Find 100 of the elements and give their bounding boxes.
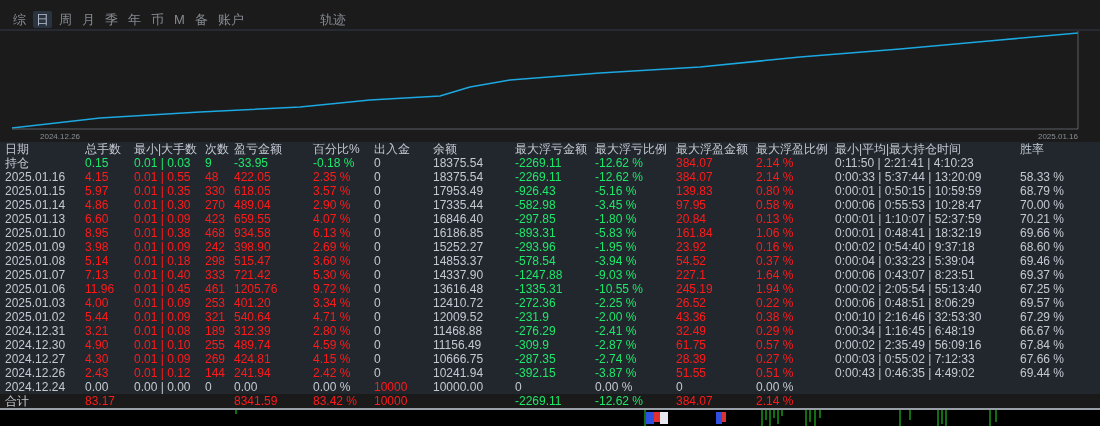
column-header[interactable]: 出入金 <box>374 142 433 156</box>
table-cell-text: 16186.85 <box>433 226 485 240</box>
table-cell-text: 0.01 | 0.30 <box>134 198 192 212</box>
table-cell-text: 0 <box>374 156 382 170</box>
table-cell-text: 2025.01.06 <box>5 282 67 296</box>
table-cell-text: -297.85 <box>515 212 557 226</box>
table-cell-text: 8.95 <box>85 226 110 240</box>
table-cell-text: 4.59 % <box>313 338 352 352</box>
table-cell-text: 14853.37 <box>433 254 485 268</box>
table-cell-text: 0 <box>374 268 382 282</box>
period-tab[interactable]: 币 <box>148 11 167 28</box>
table-cell-text: -2.25 % <box>595 296 638 310</box>
table-cell-text: 489.04 <box>234 198 272 212</box>
table-cell-text: 489.74 <box>234 338 272 352</box>
table-cell-text: 18375.54 <box>433 170 485 184</box>
table-cell-text: 0:00:34 | 1:16:45 | 6:48:19 <box>835 324 976 338</box>
axis-date-label: 2025.01.16 <box>1037 132 1078 141</box>
table-cell-text: 0.01 | 0.18 <box>134 254 192 268</box>
table-cell-text: 0.01 | 0.40 <box>134 268 192 282</box>
period-tab[interactable]: 轨迹 <box>316 11 349 28</box>
table-cell-text: -1.95 % <box>595 240 638 254</box>
column-header[interactable]: 最大浮盈比例 <box>756 142 835 156</box>
table-cell-text: 9 <box>205 156 213 170</box>
table-cell-text: 189 <box>205 324 227 338</box>
table-cell-text: 384.07 <box>676 170 714 184</box>
table-cell-text: 2024.12.30 <box>5 338 67 352</box>
period-tab[interactable]: 月 <box>79 11 98 28</box>
period-tab[interactable]: 综 <box>10 11 29 28</box>
table-cell-text: 0 <box>374 254 382 268</box>
table-cell-text: 0:00:06 | 0:48:51 | 8:06:29 <box>835 296 976 310</box>
table-cell-text: 4.07 % <box>313 212 352 226</box>
table-cell-text: 2.43 <box>85 366 110 380</box>
table-cell-text: -2269.11 <box>515 156 563 170</box>
table-cell-text: -12.62 % <box>595 156 645 170</box>
table-cell-text: 9.72 % <box>313 282 352 296</box>
column-header[interactable]: 百分比% <box>313 142 374 156</box>
column-header[interactable]: 胜率 <box>1020 142 1100 156</box>
table-cell-text: 934.58 <box>234 226 272 240</box>
column-header[interactable]: 盈亏金额 <box>234 142 313 156</box>
table-cell-text: 0 <box>374 366 382 380</box>
column-header[interactable]: 最小|平均|最大持仓时间 <box>835 142 1020 156</box>
period-tab[interactable]: 周 <box>56 11 75 28</box>
column-header[interactable]: 最大浮盈金额 <box>676 142 756 156</box>
column-header[interactable]: 次数 <box>205 142 234 156</box>
table-cell-text: 384.07 <box>676 394 714 408</box>
table-cell-text: 2.80 % <box>313 324 352 338</box>
table-cell-text: 0:11:50 | 2:21:41 | 4:10:23 <box>835 156 975 170</box>
table-cell-text: 0.13 % <box>756 212 795 226</box>
table-cell-text: 0:00:06 | 0:43:07 | 8:23:51 <box>835 268 976 282</box>
table-cell-text: 0 <box>374 226 382 240</box>
table-cell-text: 68.60 % <box>1020 240 1066 254</box>
period-tab[interactable]: 日 <box>33 11 52 28</box>
table-cell-text: 0.01 | 0.10 <box>134 338 192 352</box>
table-cell-text: 321 <box>205 310 227 324</box>
table-cell-text: 3.60 % <box>313 254 352 268</box>
table-cell-text: 3.34 % <box>313 296 352 310</box>
table-cell-text: 10000 <box>374 394 409 408</box>
period-tab[interactable]: 账户 <box>214 11 247 28</box>
table-cell-text: 10666.75 <box>433 352 485 366</box>
table-cell-text: -1.80 % <box>595 212 638 226</box>
column-header[interactable]: 余额 <box>433 142 515 156</box>
table-cell-text: 1.06 % <box>756 226 795 240</box>
table-cell-text: 4.15 <box>85 170 110 184</box>
table-cell-text: 11156.49 <box>433 338 483 352</box>
table-cell-text: 67.66 % <box>1020 352 1066 366</box>
table-cell-text: 253 <box>205 296 227 310</box>
table-cell-text: 540.64 <box>234 310 272 324</box>
column-header[interactable]: 日期 <box>5 142 85 156</box>
period-tab[interactable]: 备 <box>191 11 211 28</box>
column-header[interactable]: 总手数 <box>85 142 134 156</box>
period-tab[interactable]: M <box>171 11 188 28</box>
period-tab[interactable]: 季 <box>102 11 121 28</box>
column-header[interactable]: 最大浮亏比例 <box>595 142 676 156</box>
table-cell-text: 0.57 % <box>756 338 795 352</box>
table-cell-text: 0.01 | 0.12 <box>134 366 192 380</box>
table-cell-text: -287.35 <box>515 352 557 366</box>
table-cell-text: 97.95 <box>676 198 708 212</box>
table-cell-text: 0 <box>374 352 382 366</box>
table-cell-text: 69.44 % <box>1020 366 1066 380</box>
table-cell-text: 13616.48 <box>433 282 485 296</box>
column-header[interactable]: 最大浮亏金额 <box>515 142 595 156</box>
table-cell-text: 66.67 % <box>1020 324 1066 338</box>
period-tab[interactable]: 年 <box>125 11 144 28</box>
table-cell-text: 0 <box>374 338 382 352</box>
table-cell-text: 144 <box>205 366 227 380</box>
table-cell-text: 0.01 | 0.09 <box>134 212 192 226</box>
table-cell-text: 持仓 <box>5 156 30 170</box>
table-cell-text: 0:00:01 | 1:10:07 | 52:37:59 <box>835 212 983 226</box>
table-cell-text: 0.16 % <box>756 240 795 254</box>
table-cell-text: -893.31 <box>515 226 557 240</box>
column-header[interactable]: 最小|大手数 <box>134 142 205 156</box>
table-cell-text: 5.44 <box>85 310 110 324</box>
table-cell-text: -5.83 % <box>595 226 638 240</box>
table-cell-text: 384.07 <box>676 156 714 170</box>
table-cell-text: 67.29 % <box>1020 310 1066 324</box>
table-cell-text: 0.80 % <box>756 184 795 198</box>
table-cell-text: 83.42 % <box>313 394 359 408</box>
table-cell-text: -309.9 <box>515 338 551 352</box>
table-cell-text: -33.95 <box>234 156 270 170</box>
table-cell-text: 2.14 % <box>756 394 795 408</box>
